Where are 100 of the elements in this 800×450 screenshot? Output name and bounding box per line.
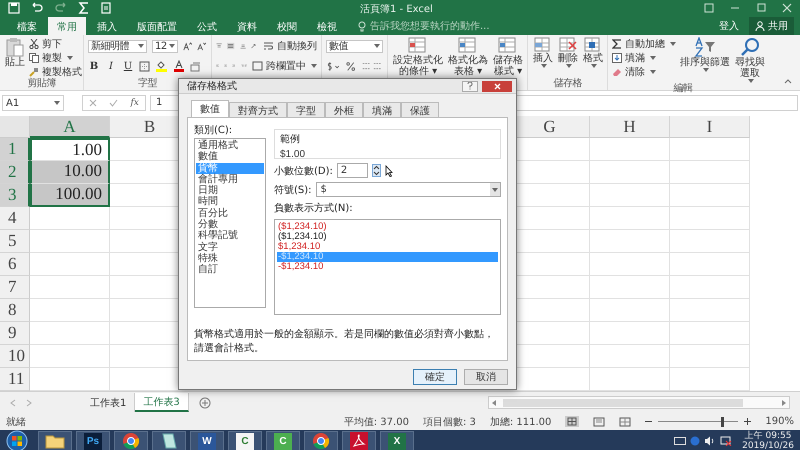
border-icon[interactable]: [139, 60, 150, 72]
style-button[interactable]: 格式化為 表格 ▾: [447, 37, 489, 77]
dialog-tab[interactable]: 外框: [325, 102, 363, 117]
row-header[interactable]: 8: [0, 299, 30, 322]
category-item[interactable]: 百分比: [196, 208, 264, 220]
decrease-font-icon[interactable]: [197, 40, 208, 52]
dialog-tab[interactable]: 保護: [401, 102, 439, 117]
row-header[interactable]: 2: [0, 161, 30, 184]
ribbon-tab[interactable]: 校閱: [268, 17, 306, 35]
currency-icon[interactable]: [326, 60, 342, 72]
check-icon[interactable]: [109, 99, 118, 107]
negative-format-option[interactable]: -$1,234.10: [277, 262, 498, 272]
ribbon-tab[interactable]: 資料: [228, 17, 266, 35]
category-item[interactable]: 科學記號: [196, 230, 264, 242]
network-icon[interactable]: [720, 436, 732, 446]
cut-button[interactable]: 剪下: [29, 37, 82, 50]
cells-button[interactable]: 插入: [532, 37, 554, 68]
font-name-dropdown[interactable]: 新細明體: [88, 40, 147, 52]
find-select-button[interactable]: 尋找與 選取: [734, 37, 766, 83]
negative-format-option[interactable]: ($1,234.10): [277, 232, 498, 242]
sort-filter-button[interactable]: 排序與篩選: [679, 37, 731, 72]
app-icon[interactable]: W: [198, 432, 216, 450]
category-item[interactable]: 文字: [196, 242, 264, 253]
symbol-dropdown[interactable]: $: [316, 182, 501, 197]
row-header[interactable]: 7: [0, 276, 30, 299]
zoom-out-icon[interactable]: [645, 418, 652, 425]
zoom-slider-thumb[interactable]: [720, 416, 724, 426]
pdf-icon[interactable]: [350, 432, 368, 450]
browser-icon[interactable]: [122, 432, 140, 450]
start-button[interactable]: [6, 430, 28, 450]
tell-me-search[interactable]: 告訴我您想要執行的動作...: [358, 17, 520, 35]
app-icon[interactable]: C: [236, 432, 254, 450]
ok-button[interactable]: 確定: [413, 369, 457, 385]
bold-button[interactable]: B: [88, 60, 100, 72]
page-layout-icon[interactable]: [593, 416, 606, 426]
normal-view-icon[interactable]: [565, 416, 580, 427]
cells-button[interactable]: 刪除: [557, 37, 579, 68]
category-item[interactable]: 分數: [196, 219, 264, 230]
close-icon[interactable]: [782, 2, 792, 12]
ribbon-tab[interactable]: 檔案: [8, 17, 46, 35]
dialog-tab[interactable]: 對齊方式: [229, 102, 287, 117]
font-color-icon[interactable]: [173, 60, 185, 72]
negative-format-option[interactable]: ($1,234.10): [277, 222, 498, 232]
help-button[interactable]: [462, 80, 478, 92]
zoom-in-icon[interactable]: [744, 418, 752, 425]
ribbon-tab[interactable]: 公式: [188, 17, 226, 35]
row-header[interactable]: 9: [0, 322, 30, 345]
italic-button[interactable]: I: [105, 60, 117, 72]
category-item[interactable]: 時間: [196, 196, 264, 208]
row-header[interactable]: 4: [0, 207, 30, 230]
app-icon[interactable]: Ps: [84, 432, 102, 450]
notepad-icon[interactable]: [160, 432, 178, 450]
maximize-icon[interactable]: [756, 2, 766, 12]
add-sheet-icon[interactable]: [198, 396, 211, 408]
decimal-places-field[interactable]: 2: [336, 163, 368, 178]
save-icon[interactable]: [8, 2, 20, 14]
category-item[interactable]: 數值: [196, 151, 264, 163]
copy-button[interactable]: 複製: [29, 51, 82, 64]
category-item[interactable]: 會計專用: [196, 174, 264, 186]
page-break-icon[interactable]: [619, 416, 632, 426]
sheet-tab[interactable]: 工作表3: [135, 393, 189, 412]
clock-time[interactable]: 上午 09:55: [744, 431, 792, 441]
close-button[interactable]: [482, 80, 512, 92]
app-icon[interactable]: X: [388, 432, 406, 450]
negative-numbers-list[interactable]: ($1,234.10) ($1,234.10) $1,234.10 -$1,234.10 -$1,234.10: [274, 219, 501, 315]
style-button[interactable]: 儲存格 樣式 ▾: [492, 37, 524, 77]
folder-icon[interactable]: [45, 433, 65, 449]
share-button[interactable]: 共用: [749, 17, 794, 35]
clock-date[interactable]: 2019/10/26: [742, 441, 794, 450]
underline-button[interactable]: U: [122, 60, 134, 72]
undo-icon[interactable]: [30, 2, 44, 14]
dialog-tab[interactable]: 數值: [191, 100, 229, 117]
collapse-ribbon-icon[interactable]: [784, 78, 792, 84]
ribbon-tab[interactable]: 版面配置: [128, 17, 186, 35]
row-header[interactable]: 10: [0, 345, 30, 368]
increase-font-icon[interactable]: [182, 40, 192, 52]
sum-icon[interactable]: [78, 2, 90, 14]
autosum-button[interactable]: 自動加總: [612, 37, 676, 50]
ribbon-tab[interactable]: 常用: [48, 17, 86, 35]
clear-button[interactable]: 清除: [612, 65, 676, 78]
cancel-button[interactable]: 取消: [464, 369, 508, 385]
orientation-icon[interactable]: [250, 41, 258, 51]
horizontal-scrollbar[interactable]: [488, 396, 790, 409]
row-header[interactable]: 11: [0, 368, 30, 391]
keyboard-icon[interactable]: [674, 437, 686, 445]
phonetic-icon[interactable]: [190, 60, 202, 72]
wrap-text-button[interactable]: 自動換列: [263, 40, 317, 52]
font-size-dropdown[interactable]: 12: [152, 40, 178, 52]
category-list[interactable]: 通用格式 數值 貨幣 會計專用 日期 時間 百分比 分數 科學記號 文字 特殊 自訂: [194, 138, 266, 308]
insert-function-button[interactable]: fx: [130, 98, 139, 108]
paste-button[interactable]: 貼上: [4, 37, 26, 68]
ribbon-tab[interactable]: 插入: [88, 17, 126, 35]
percent-icon[interactable]: [346, 60, 356, 72]
row-header[interactable]: 3: [0, 184, 30, 207]
ribbon-display-icon[interactable]: [704, 2, 714, 12]
align-middle-icon[interactable]: [227, 40, 234, 52]
fill-button[interactable]: 填滿: [612, 51, 676, 64]
cells-button[interactable]: 格式: [582, 37, 604, 68]
category-item[interactable]: 日期: [196, 185, 264, 196]
category-item[interactable]: 自訂: [196, 264, 264, 276]
